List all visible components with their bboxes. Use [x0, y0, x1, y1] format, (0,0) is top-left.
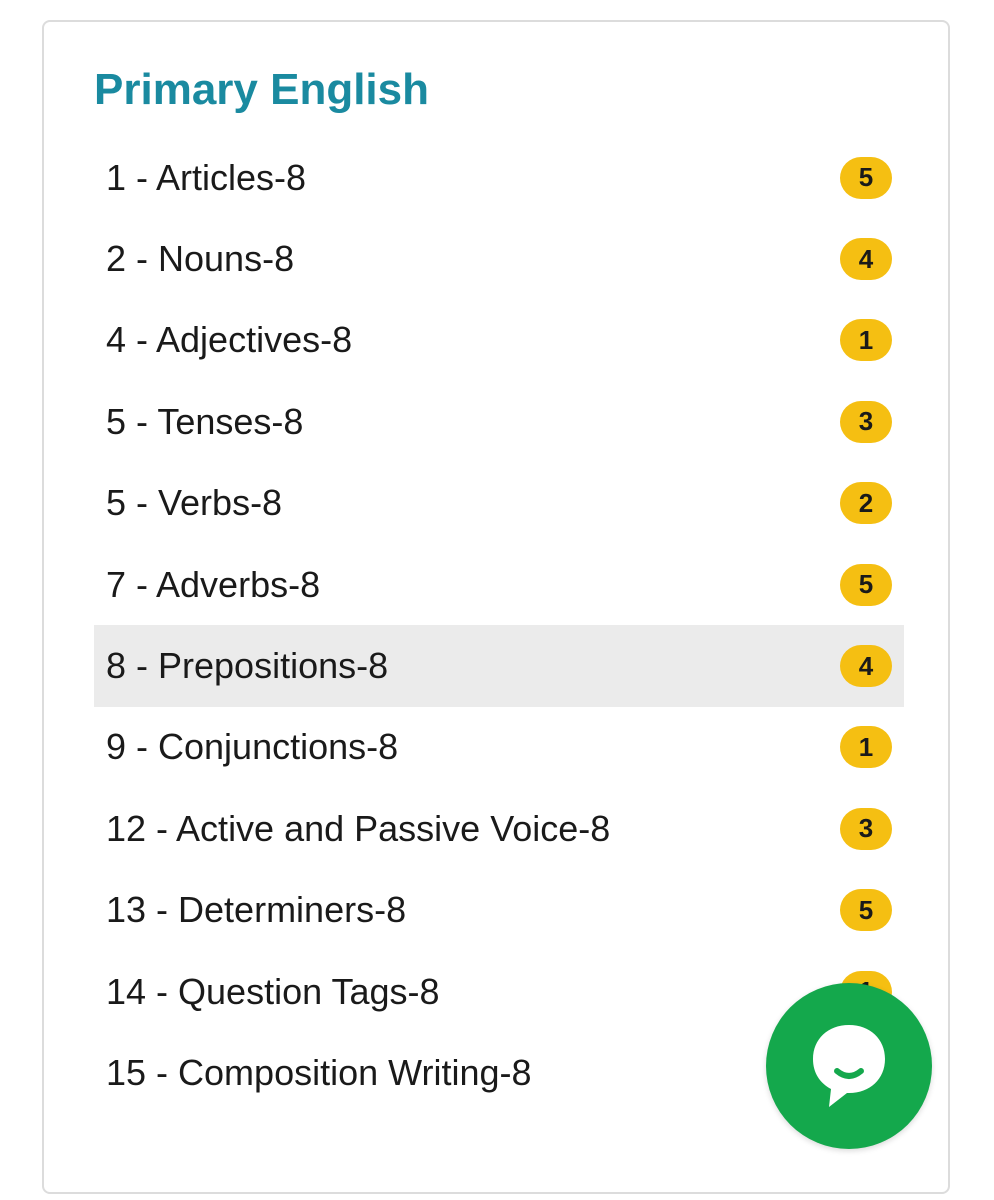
topic-label: 9 - Conjunctions-8: [106, 726, 399, 768]
topic-label: 2 - Nouns-8: [106, 238, 295, 280]
topic-label: 15 - Composition Writing-8: [106, 1051, 532, 1093]
topic-item[interactable]: 7 - Adverbs-8 5: [94, 544, 904, 625]
card-title: Primary English: [94, 65, 430, 114]
topic-item[interactable]: 5 - Tenses-8 3: [94, 381, 904, 462]
topic-item[interactable]: 1 - Articles-8 5: [94, 137, 904, 218]
topic-label: 5 - Tenses-8: [106, 400, 304, 442]
topic-item[interactable]: 9 - Conjunctions-8 1: [94, 707, 904, 788]
topic-item[interactable]: 12 - Active and Passive Voice-8 3: [94, 788, 904, 869]
topic-count-badge: 4: [840, 645, 892, 688]
topic-count-badge: 4: [840, 238, 892, 281]
topic-count-badge: 1: [840, 726, 892, 769]
topic-count-badge: 5: [840, 889, 892, 932]
topic-item[interactable]: 4 - Adjectives-8 1: [94, 300, 904, 381]
topic-label: 14 - Question Tags-8: [106, 970, 440, 1012]
topic-item[interactable]: 5 - Verbs-8 2: [94, 463, 904, 544]
chat-bubble-smile-icon: [813, 1025, 885, 1107]
topic-item[interactable]: 2 - Nouns-8 4: [94, 218, 904, 299]
topic-count-badge: 1: [840, 319, 892, 362]
topic-item[interactable]: 13 - Determiners-8 5: [94, 870, 904, 951]
topic-count-badge: 5: [840, 156, 892, 199]
topic-count-badge: 3: [840, 400, 892, 443]
topic-label: 12 - Active and Passive Voice-8: [106, 807, 611, 849]
topic-label: 1 - Articles-8: [106, 156, 307, 198]
topic-label: 4 - Adjectives-8: [106, 319, 353, 361]
chat-button[interactable]: [766, 983, 932, 1149]
topic-label: 8 - Prepositions-8: [106, 645, 389, 687]
topic-item-hovered[interactable]: 8 - Prepositions-8 4: [94, 625, 904, 707]
topic-count-badge: 2: [840, 482, 892, 525]
topic-label: 13 - Determiners-8: [106, 889, 407, 931]
topic-count-badge: 3: [840, 807, 892, 850]
topic-list: 1 - Articles-8 5 2 - Nouns-8 4 4 - Adjec…: [94, 137, 904, 1114]
topic-count-badge: 5: [840, 563, 892, 606]
topic-label: 5 - Verbs-8: [106, 482, 283, 524]
topic-label: 7 - Adverbs-8: [106, 563, 321, 605]
